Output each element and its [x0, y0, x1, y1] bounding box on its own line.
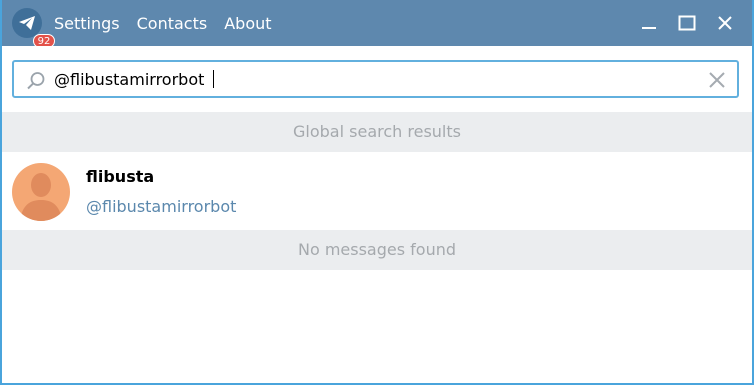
maximize-button[interactable]	[668, 4, 706, 42]
maximize-icon	[678, 15, 696, 31]
minimize-button[interactable]	[630, 4, 668, 42]
menu-contacts[interactable]: Contacts	[137, 14, 208, 33]
close-window-button[interactable]	[706, 4, 744, 42]
user-silhouette-icon	[20, 173, 62, 221]
paper-plane-icon	[19, 16, 35, 30]
telegram-logo-icon[interactable]: 92	[12, 8, 55, 48]
search-area	[2, 46, 752, 112]
search-box[interactable]	[12, 60, 739, 98]
main-menu: Settings Contacts About	[54, 0, 289, 46]
clear-search-icon[interactable]	[707, 70, 727, 90]
search-result-item[interactable]: flibusta @flibustamirrorbot	[2, 154, 752, 230]
window-controls	[630, 0, 744, 46]
app-window: 92 Settings Contacts About @flibustamirr…	[0, 0, 754, 385]
result-username: @flibustamirrorbot	[86, 197, 237, 216]
no-messages-label: No messages found	[2, 230, 752, 270]
search-input[interactable]	[54, 62, 694, 96]
close-icon	[718, 16, 732, 30]
title-bar: 92 Settings Contacts About	[2, 0, 752, 48]
result-name: flibusta	[86, 167, 155, 186]
menu-settings[interactable]: Settings	[54, 14, 120, 33]
menu-about[interactable]: About	[224, 14, 271, 33]
avatar	[12, 163, 70, 221]
search-icon	[27, 72, 45, 90]
text-caret	[213, 70, 214, 88]
global-search-header: Global search results	[2, 112, 752, 152]
minimize-icon	[642, 27, 656, 29]
